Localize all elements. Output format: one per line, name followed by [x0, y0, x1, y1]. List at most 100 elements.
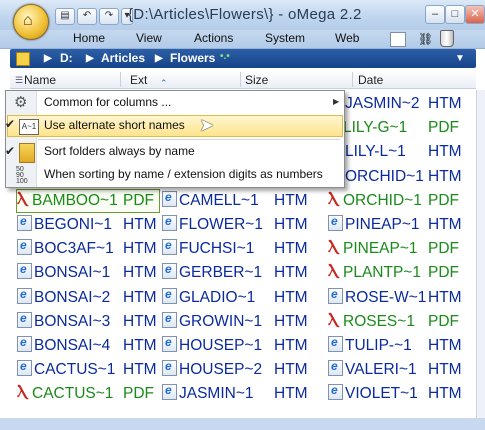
html-file-icon [162, 258, 177, 280]
column-menu-icon[interactable]: ☰ [15, 75, 23, 86]
mouse-cursor-icon: ➤ [199, 115, 215, 135]
menu-view[interactable]: View [136, 31, 162, 45]
breadcrumb-articles[interactable]: Articles [101, 51, 145, 65]
menu-item-alternate-short-names[interactable]: ✔ A~1 Use alternate short names ➤ [5, 115, 343, 137]
close-button[interactable]: ✕ [465, 5, 485, 24]
file-name: GLADIO~1 [179, 288, 256, 306]
file-item[interactable]: TULIP-~1 HTM [328, 331, 464, 357]
scrollbar[interactable] [476, 90, 485, 418]
file-extension: HTM [274, 216, 308, 233]
column-ext[interactable]: Ext [130, 73, 147, 87]
file-item[interactable]: ROSE-W~1HTM [328, 283, 464, 309]
html-file-icon [328, 283, 343, 305]
qat-layout-button[interactable]: ▤ [55, 8, 75, 25]
file-item[interactable]: ORCHID~1HTM [328, 162, 464, 188]
checkmark-icon: ✔ [5, 117, 16, 131]
file-extension: HTM [123, 312, 157, 330]
file-item[interactable]: JASMIN~1 HTM [162, 379, 310, 405]
window-title: {D:\Articles\Flowers\} - oMega 2.2 [128, 6, 362, 23]
file-item[interactable]: BOC3AF~1 HTM [17, 234, 159, 260]
file-item[interactable]: FLOWER~1 HTM [162, 210, 310, 236]
undo-button[interactable]: ↶ [77, 8, 97, 25]
file-extension: PDF [428, 191, 459, 209]
column-divider[interactable] [240, 72, 241, 87]
file-item[interactable]: PLANTP~1 PDF [328, 261, 464, 284]
file-item[interactable]: JASMIN~2 HTM [328, 89, 464, 115]
menu-system[interactable]: System [265, 31, 305, 45]
file-item[interactable]: HOUSEP~2 HTM [162, 355, 310, 381]
file-extension: HTM [123, 264, 157, 282]
pdf-file-icon [17, 189, 30, 211]
file-item[interactable]: FUCHSI~1 HTM [162, 234, 310, 260]
file-name: PINEAP~1 [345, 216, 420, 233]
html-file-icon [162, 283, 177, 305]
file-item[interactable]: BONSAI~2 HTM [17, 283, 159, 309]
menu-item-sort-folders[interactable]: ✔ Sort folders always by name [5, 141, 343, 163]
file-item[interactable]: GERBER~1 HTM [162, 258, 310, 284]
file-item[interactable]: CACTUS~1 PDF [17, 382, 159, 405]
file-name: GERBER~1 [179, 264, 263, 282]
file-item[interactable]: PINEAP~1 HTM [328, 210, 464, 236]
new-window-icon[interactable] [390, 32, 406, 47]
file-name: ROSE-W~1 [345, 288, 427, 306]
column-size[interactable]: Size [245, 73, 268, 87]
pdf-file-icon [328, 261, 341, 283]
recycle-bin-icon[interactable] [440, 30, 454, 47]
chevron-down-icon[interactable]: ▼ [455, 53, 465, 64]
file-extension: HTM [123, 288, 157, 306]
breadcrumb-more-icon[interactable]: •.• [220, 51, 230, 62]
file-extension: HTM [123, 216, 157, 233]
file-name: BONSAI~3 [34, 312, 111, 330]
column-header-bar [10, 71, 476, 89]
breadcrumb-flowers[interactable]: Flowers [170, 51, 215, 65]
menu-actions[interactable]: Actions [194, 31, 233, 45]
file-item[interactable]: HOUSEP~1 HTM [162, 331, 310, 357]
file-name: BONSAI~1 [34, 264, 111, 282]
file-extension: HTM [123, 337, 157, 354]
context-menu-separator [38, 139, 340, 140]
file-item[interactable]: PINEAP~1 PDF [328, 237, 464, 260]
html-file-icon [162, 234, 177, 256]
file-item[interactable]: BAMBOO~1 PDF [16, 188, 160, 213]
column-divider[interactable] [352, 72, 353, 87]
gear-icon: ⚙ [14, 94, 28, 111]
file-item[interactable]: BONSAI~3 HTM [17, 307, 159, 333]
maximize-button[interactable]: □ [445, 5, 465, 24]
file-item[interactable]: LILY-G~1 PDF [328, 116, 464, 139]
redo-button[interactable]: ↷ [99, 8, 119, 25]
file-extension: HTM [428, 361, 462, 379]
file-name: FUCHSI~1 [179, 240, 255, 258]
file-item[interactable]: ROSES~1 PDF [328, 310, 464, 333]
menu-item-label: Sort folders always by name [44, 144, 195, 158]
file-item[interactable]: BEGONI~1 HTM [17, 210, 159, 236]
html-file-icon [328, 210, 343, 232]
column-name[interactable]: Name [24, 73, 56, 87]
file-item[interactable]: BONSAI~4 HTM [17, 331, 159, 357]
file-item[interactable]: CAMELL~1 HTM [162, 186, 310, 212]
menu-home[interactable]: Home [73, 31, 105, 45]
file-item[interactable]: ORCHID~1 PDF [328, 189, 464, 212]
file-item[interactable]: BONSAI~1 HTM [17, 258, 159, 284]
menu-web[interactable]: Web [335, 31, 359, 45]
file-name: CAMELL~1 [179, 191, 259, 209]
html-file-icon [162, 210, 177, 232]
app-menu-button[interactable]: ⌂ [13, 4, 49, 40]
file-item[interactable]: GROWIN~1 HTM [162, 307, 310, 333]
column-date[interactable]: Date [358, 73, 383, 87]
link-icon[interactable]: ⛓ [418, 32, 433, 46]
file-item[interactable]: LILY-L~1 HTM [328, 137, 464, 163]
pdf-file-icon [17, 382, 30, 404]
breadcrumb-drive[interactable]: D: [60, 51, 73, 65]
menu-item-digits-as-numbers[interactable]: 50 90 100 When sorting by name / extension… [7, 164, 343, 186]
file-item[interactable]: VIOLET~1 HTM [328, 379, 464, 405]
file-item[interactable]: GLADIO~1 HTM [162, 283, 310, 309]
edit-path-icon[interactable] [16, 52, 30, 66]
menu-item-common-columns[interactable]: ⚙ Common for columns ... ▶ [7, 92, 343, 114]
minimize-button[interactable]: – [425, 5, 445, 24]
file-item[interactable]: CACTUS~1 HTM [17, 355, 159, 381]
column-divider[interactable] [120, 72, 121, 87]
html-file-icon [17, 234, 32, 256]
submenu-arrow-icon: ▶ [333, 97, 340, 106]
file-item[interactable]: VALERI~1 HTM [328, 355, 464, 381]
file-name: CACTUS~1 [32, 385, 114, 403]
